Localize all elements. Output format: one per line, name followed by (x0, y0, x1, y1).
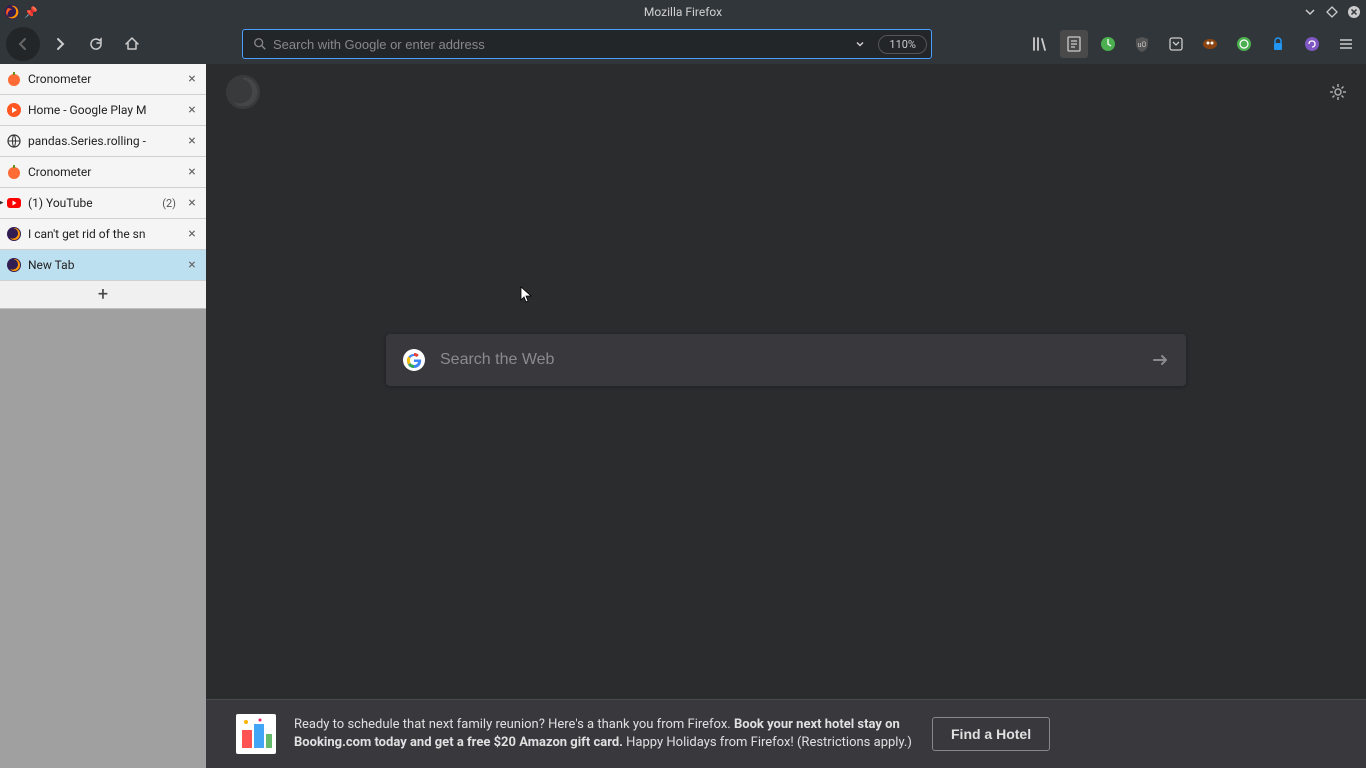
tab-favicon-icon (6, 102, 22, 118)
tab-favicon-icon (6, 257, 22, 273)
google-icon (402, 348, 426, 372)
zoom-indicator[interactable]: 110% (878, 35, 927, 54)
hamburger-menu-icon[interactable] (1332, 30, 1360, 58)
tab-close-icon[interactable]: × (184, 71, 200, 87)
promo-text: Ready to schedule that next family reuni… (294, 716, 914, 752)
promo-cta-button[interactable]: Find a Hotel (932, 717, 1050, 751)
navigation-toolbar: 110% uO (0, 24, 1366, 64)
tab-item[interactable]: (1) YouTube (2) × (0, 188, 206, 219)
tab-close-icon[interactable]: × (184, 164, 200, 180)
tab-close-icon[interactable]: × (184, 257, 200, 273)
url-bar[interactable]: 110% (242, 29, 932, 59)
tab-favicon-icon (6, 133, 22, 149)
vertical-tab-sidebar: Cronometer × Home - Google Play M × pand… (0, 64, 206, 768)
tab-title: New Tab (28, 258, 178, 272)
web-search-input[interactable] (440, 351, 1136, 369)
tab-title: (1) YouTube (28, 196, 156, 210)
extension-icon-2[interactable] (1196, 30, 1224, 58)
tab-close-icon[interactable]: × (184, 226, 200, 242)
promo-image-icon (236, 714, 276, 754)
tab-title: pandas.Series.rolling - (28, 134, 178, 148)
minimize-icon[interactable] (1302, 4, 1318, 20)
library-icon[interactable] (1026, 30, 1054, 58)
maximize-icon[interactable] (1324, 4, 1340, 20)
extension-icon-4[interactable] (1298, 30, 1326, 58)
tab-favicon-icon (6, 195, 22, 211)
reload-button[interactable] (80, 28, 112, 60)
tab-close-icon[interactable]: × (184, 195, 200, 211)
firefox-app-icon (4, 4, 20, 20)
page-content: Ready to schedule that next family reuni… (206, 64, 1366, 768)
tab-title: Cronometer (28, 165, 178, 179)
pin-icon[interactable]: 📌 (24, 6, 38, 19)
back-button[interactable] (6, 27, 40, 61)
tab-item[interactable]: New Tab × (0, 250, 206, 281)
new-tab-button[interactable]: + (0, 281, 206, 309)
tab-title: Cronometer (28, 72, 178, 86)
tab-item[interactable]: Home - Google Play M × (0, 95, 206, 126)
https-lock-icon[interactable] (1264, 30, 1292, 58)
tab-title: Home - Google Play M (28, 103, 178, 117)
tab-favicon-icon (6, 226, 22, 242)
close-icon[interactable] (1346, 4, 1362, 20)
reader-view-icon[interactable] (1060, 30, 1088, 58)
search-icon (253, 37, 267, 51)
window-title: Mozilla Firefox (644, 5, 722, 19)
tab-item[interactable]: Cronometer × (0, 157, 206, 188)
pocket-icon[interactable] (1162, 30, 1190, 58)
tab-item[interactable]: Cronometer × (0, 64, 206, 95)
svg-text:uO: uO (1138, 41, 1147, 49)
forward-button[interactable] (44, 28, 76, 60)
tab-item[interactable]: I can't get rid of the sn × (0, 219, 206, 250)
extension-icon-1[interactable] (1094, 30, 1122, 58)
url-input[interactable] (273, 37, 846, 52)
extension-icon-3[interactable] (1230, 30, 1258, 58)
promo-snippet: Ready to schedule that next family reuni… (206, 699, 1366, 768)
window-titlebar: 📌 Mozilla Firefox (0, 0, 1366, 24)
web-search-box[interactable] (386, 334, 1186, 386)
tab-count: (2) (162, 197, 176, 210)
search-submit-icon[interactable] (1150, 350, 1170, 370)
tab-title: I can't get rid of the sn (28, 227, 178, 241)
ublock-icon[interactable]: uO (1128, 30, 1156, 58)
tab-close-icon[interactable]: × (184, 102, 200, 118)
tab-close-icon[interactable]: × (184, 133, 200, 149)
urlbar-dropdown-icon[interactable] (846, 38, 874, 50)
tab-favicon-icon (6, 71, 22, 87)
home-button[interactable] (116, 28, 148, 60)
gear-icon[interactable] (1328, 82, 1348, 102)
tab-item[interactable]: pandas.Series.rolling - × (0, 126, 206, 157)
tab-favicon-icon (6, 164, 22, 180)
firefox-logo-icon (224, 73, 262, 111)
